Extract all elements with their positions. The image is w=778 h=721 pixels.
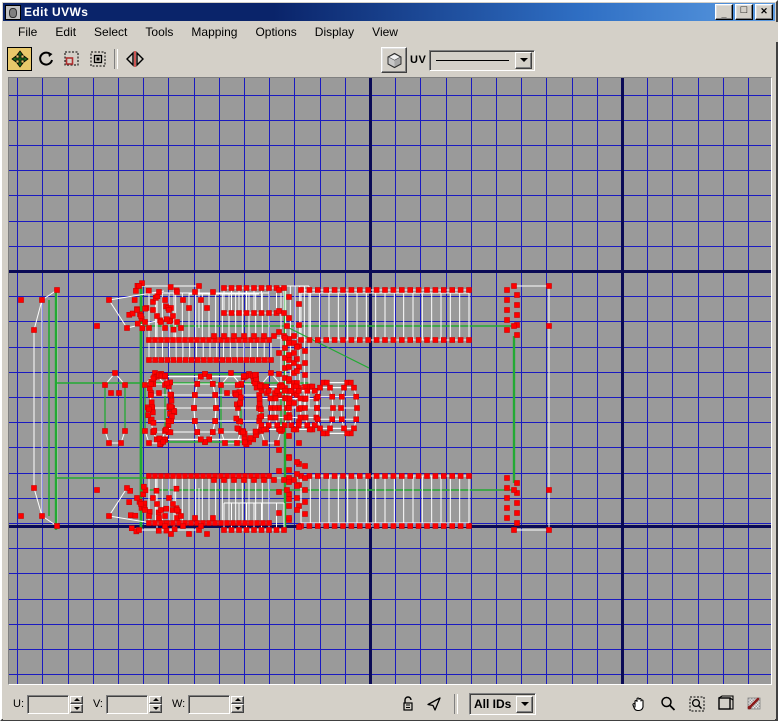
status-bar: U: V: W: — [3, 688, 775, 720]
uv-channel-group: UV — [381, 47, 535, 73]
menu-item-select[interactable]: Select — [85, 23, 136, 41]
v-coordinate-group: V: — [93, 695, 162, 714]
move-tool-button[interactable] — [7, 47, 32, 71]
uv-channel-label: UV — [410, 54, 426, 66]
menu-item-file[interactable]: File — [9, 23, 46, 41]
minimize-icon: _ — [716, 5, 732, 19]
menu-item-display[interactable]: Display — [306, 23, 363, 41]
mirror-flip-icon — [125, 50, 145, 68]
move-icon — [11, 50, 29, 68]
uv-combo-value — [436, 60, 509, 61]
minimize-button[interactable]: _ — [715, 4, 733, 20]
uv-edit-canvas[interactable] — [9, 78, 771, 684]
material-ids-chevron-down-icon[interactable] — [516, 696, 533, 713]
w-spinner-down[interactable] — [231, 704, 244, 713]
w-input[interactable] — [188, 695, 230, 714]
uv-mesh[interactable] — [9, 78, 771, 684]
pan-button[interactable] — [627, 692, 651, 716]
menu-item-edit[interactable]: Edit — [46, 23, 85, 41]
menu-bar: File Edit Select Tools Mapping Options D… — [3, 22, 778, 42]
freeform-mode-icon — [89, 50, 107, 68]
arrow-cursor-icon — [426, 696, 442, 712]
lock-selection-button[interactable] — [399, 695, 417, 713]
hand-icon — [630, 695, 648, 713]
v-input[interactable] — [106, 695, 148, 714]
u-input[interactable] — [27, 695, 69, 714]
rotate-icon — [37, 50, 55, 68]
maximize-button[interactable]: □ — [735, 4, 753, 20]
close-icon: ✕ — [756, 5, 772, 19]
u-label: U: — [13, 698, 24, 710]
menu-item-mapping[interactable]: Mapping — [182, 23, 246, 41]
zoom-extents-icon — [716, 695, 736, 713]
zoom-extents-button[interactable] — [714, 692, 738, 716]
chevron-down-icon[interactable] — [515, 52, 532, 69]
material-ids-value: All IDs — [470, 697, 516, 711]
lock-icon — [401, 696, 415, 712]
maximize-icon: □ — [736, 5, 752, 19]
title-bar: Edit UVWs _ □ ✕ — [3, 3, 775, 21]
zoom-button[interactable] — [656, 692, 680, 716]
filter-selected-faces-button[interactable] — [425, 695, 443, 713]
material-ids-combo[interactable]: All IDs — [469, 693, 536, 715]
freeform-mode-button[interactable] — [85, 47, 110, 71]
v-spinner[interactable] — [149, 696, 162, 713]
menu-item-options[interactable]: Options — [246, 23, 305, 41]
uv-channel-combo[interactable] — [429, 50, 535, 71]
show-map-icon — [745, 695, 765, 713]
u-coordinate-group: U: — [13, 695, 83, 714]
v-label: V: — [93, 698, 103, 710]
w-coordinate-group: W: — [172, 695, 244, 714]
w-label: W: — [172, 698, 185, 710]
window-title: Edit UVWs — [24, 5, 88, 19]
menu-item-view[interactable]: View — [363, 23, 407, 41]
show-map-button[interactable] — [743, 692, 767, 716]
menu-item-tools[interactable]: Tools — [136, 23, 182, 41]
cube-uvw-button[interactable] — [381, 47, 407, 73]
magnifier-icon — [659, 695, 677, 713]
close-button[interactable]: ✕ — [755, 4, 773, 20]
zoom-region-button[interactable] — [685, 692, 709, 716]
u-spinner-up[interactable] — [70, 696, 83, 705]
u-spinner-down[interactable] — [70, 704, 83, 713]
window-controls: _ □ ✕ — [715, 4, 775, 20]
rotate-tool-button[interactable] — [33, 47, 58, 71]
scale-tool-button[interactable] — [59, 47, 84, 71]
status-separator — [454, 694, 458, 714]
u-spinner[interactable] — [70, 696, 83, 713]
toolbar: UV — [3, 44, 775, 74]
v-spinner-up[interactable] — [149, 696, 162, 705]
mirror-flip-button[interactable] — [122, 47, 147, 71]
app-uvw-icon — [5, 5, 21, 20]
edit-uvws-window: Edit UVWs _ □ ✕ File Edit Select Tools M… — [0, 0, 778, 721]
cube-uvw-icon — [386, 52, 403, 69]
zoom-region-icon — [688, 695, 706, 713]
selection-tools-group: All IDs — [399, 693, 536, 715]
v-spinner-down[interactable] — [149, 704, 162, 713]
w-spinner-up[interactable] — [231, 696, 244, 705]
toolbar-separator — [114, 49, 118, 69]
uv-canvas-frame — [8, 77, 772, 685]
w-spinner[interactable] — [231, 696, 244, 713]
viewport-nav-group — [627, 692, 767, 716]
scale-icon — [63, 50, 81, 68]
